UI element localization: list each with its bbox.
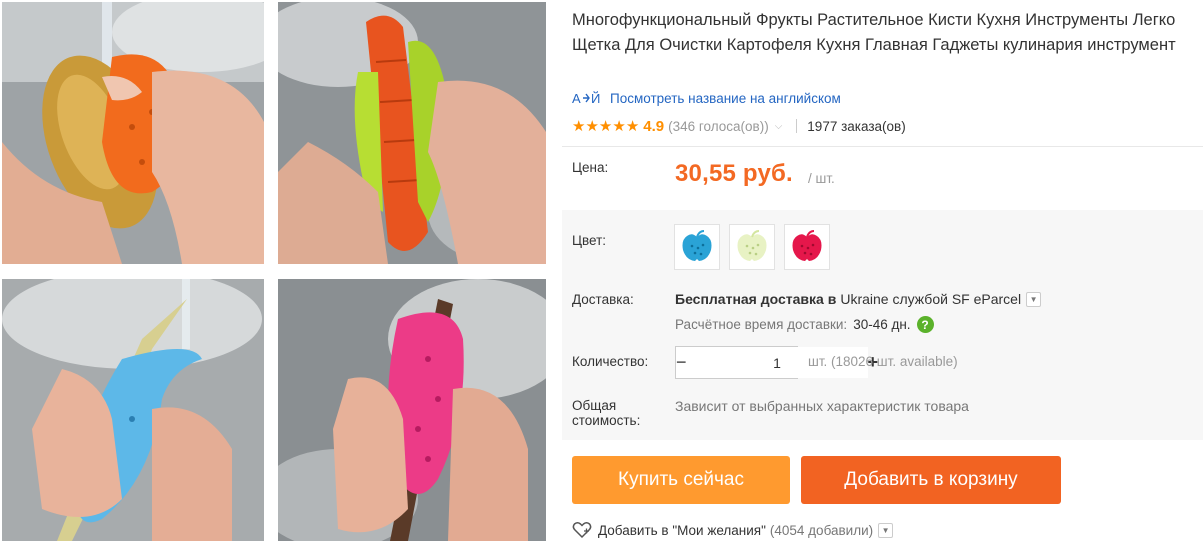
- translate-row: A Й Посмотреть название на английском: [572, 88, 841, 108]
- quantity-decrease-button[interactable]: −: [676, 347, 687, 378]
- chevron-down-icon[interactable]: ▼: [878, 522, 894, 538]
- price-label: Цена:: [572, 160, 609, 175]
- help-icon[interactable]: ?: [916, 316, 934, 333]
- apple-brush-icon: [792, 230, 822, 261]
- total-label: Общая стоимость:: [572, 398, 641, 428]
- delivery-time-value: 30-46 дн.: [853, 317, 911, 332]
- wishlist-count: (4054 добавили): [769, 522, 874, 538]
- rating-row: ★ ★ ★ ★ ★ 4.9 (346 голоса(ов)) ⌵ 1977 за…: [572, 116, 906, 136]
- price-value: 30,55 руб.: [675, 160, 793, 187]
- color-swatch-red[interactable]: [784, 224, 830, 270]
- chevron-down-icon[interactable]: ▼: [1026, 291, 1042, 307]
- color-label: Цвет:: [572, 233, 607, 248]
- votes-count[interactable]: (346 голоса(ов)): [668, 119, 769, 134]
- total-value: Зависит от выбранных характеристик товар…: [675, 398, 969, 414]
- quantity-available: шт. (18026 шт. available): [808, 354, 958, 369]
- rating-stars[interactable]: ★ ★ ★ ★ ★: [572, 119, 639, 134]
- svg-text:A: A: [572, 91, 581, 106]
- translate-icon[interactable]: A Й: [572, 89, 602, 107]
- product-photo-blue-brush[interactable]: [2, 279, 264, 541]
- price-unit: / шт.: [808, 171, 835, 186]
- quantity-label: Количество:: [572, 354, 649, 369]
- star-icon: ★: [572, 117, 586, 135]
- product-title: Многофункциональный Фрукты Растительное …: [572, 11, 1176, 54]
- orders-count: 1977 заказа(ов): [807, 118, 906, 134]
- delivery-time-label: Расчётное время доставки:: [675, 317, 848, 332]
- star-icon: ★: [598, 117, 613, 135]
- chevron-down-icon[interactable]: ⌵: [775, 121, 783, 132]
- apple-brush-icon: [682, 230, 712, 261]
- free-shipping-text: Бесплатная доставка в: [675, 291, 837, 307]
- star-icon: ★: [612, 117, 626, 135]
- product-photo-potato[interactable]: [2, 2, 264, 264]
- shipping-method: Бесплатная доставка в Ukraine службой SF…: [675, 291, 1042, 307]
- star-icon: ★: [625, 117, 640, 135]
- heart-icon[interactable]: [572, 521, 592, 539]
- product-gallery: [0, 0, 548, 543]
- shipping-destination: Ukraine службой SF eParcel: [840, 291, 1022, 307]
- buy-now-button[interactable]: Купить сейчас: [572, 456, 790, 504]
- shipping-label: Доставка:: [572, 292, 634, 307]
- wishlist-row: Добавить в "Мои желания" (4054 добавили)…: [572, 520, 894, 540]
- svg-text:Й: Й: [591, 91, 600, 106]
- add-to-cart-button[interactable]: Добавить в корзину: [801, 456, 1061, 504]
- color-swatches: [674, 224, 839, 270]
- add-to-wishlist-link[interactable]: Добавить в "Мои желания": [598, 523, 766, 538]
- color-swatch-light-green[interactable]: [729, 224, 775, 270]
- rating-value: 4.9: [643, 117, 665, 135]
- product-info-panel: Многофункциональный Фрукты Растительное …: [562, 0, 1203, 543]
- color-swatch-blue[interactable]: [674, 224, 720, 270]
- divider: [796, 119, 798, 133]
- apple-brush-icon: [737, 230, 767, 261]
- translate-link[interactable]: Посмотреть название на английском: [610, 91, 841, 106]
- product-photo-pink-brush[interactable]: [278, 279, 546, 541]
- delivery-time: Расчётное время доставки: 30-46 дн. ?: [675, 316, 934, 333]
- star-icon: ★: [585, 117, 599, 135]
- quantity-stepper: − +: [675, 346, 878, 379]
- product-photo-carrot[interactable]: [278, 2, 546, 264]
- divider: [562, 146, 1203, 147]
